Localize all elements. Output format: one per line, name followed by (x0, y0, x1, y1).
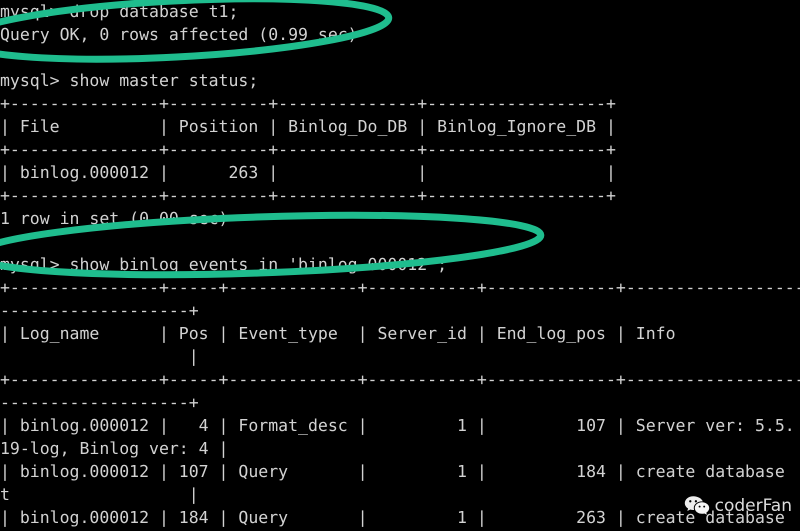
terminal-line: mysql> show master status; (0, 71, 259, 90)
terminal-line: | binlog.000012 | 107 | Query | 1 | 184 … (0, 462, 785, 481)
watermark-label: coderFan (714, 495, 792, 516)
terminal-line: +---------------+----------+------------… (0, 94, 616, 113)
terminal-line: +---------------+----------+------------… (0, 186, 616, 205)
terminal-line: 1 row in set (0.00 sec) (0, 209, 229, 228)
terminal-line: | Log_name | Pos | Event_type | Server_i… (0, 324, 676, 343)
terminal-line: t | (0, 485, 199, 504)
terminal-line: +---------------+----------+------------… (0, 140, 616, 159)
terminal-line: | binlog.000012 | 4 | Format_desc | 1 | … (0, 416, 795, 435)
terminal-line: | binlog.000012 | 263 | | | (0, 163, 616, 182)
watermark: coderFan (684, 493, 792, 519)
terminal-line: 19-log, Binlog ver: 4 | (0, 439, 229, 458)
terminal-line: +---------------+-----+-------------+---… (0, 278, 800, 297)
terminal-line: -------------------+ (0, 393, 199, 412)
terminal-console-output[interactable]: mysql> drop database t1; Query OK, 0 rows… (0, 0, 800, 531)
terminal-line: | binlog.000012 | 184 | Query | 1 | 263 … (0, 508, 785, 527)
terminal-line: | File | Position | Binlog_Do_DB | Binlo… (0, 117, 616, 136)
terminal-line: -------------------+ (0, 301, 199, 320)
terminal-line: mysql> drop database t1; (0, 2, 239, 21)
wechat-icon (684, 495, 710, 517)
terminal-window: mysql> drop database t1; Query OK, 0 rows… (0, 0, 800, 531)
terminal-line: Query OK, 0 rows affected (0.99 sec) (0, 25, 358, 44)
terminal-line: mysql> show binlog events in 'binlog.000… (0, 255, 448, 274)
terminal-line: +---------------+-----+-------------+---… (0, 370, 800, 389)
terminal-line: | (0, 347, 199, 366)
